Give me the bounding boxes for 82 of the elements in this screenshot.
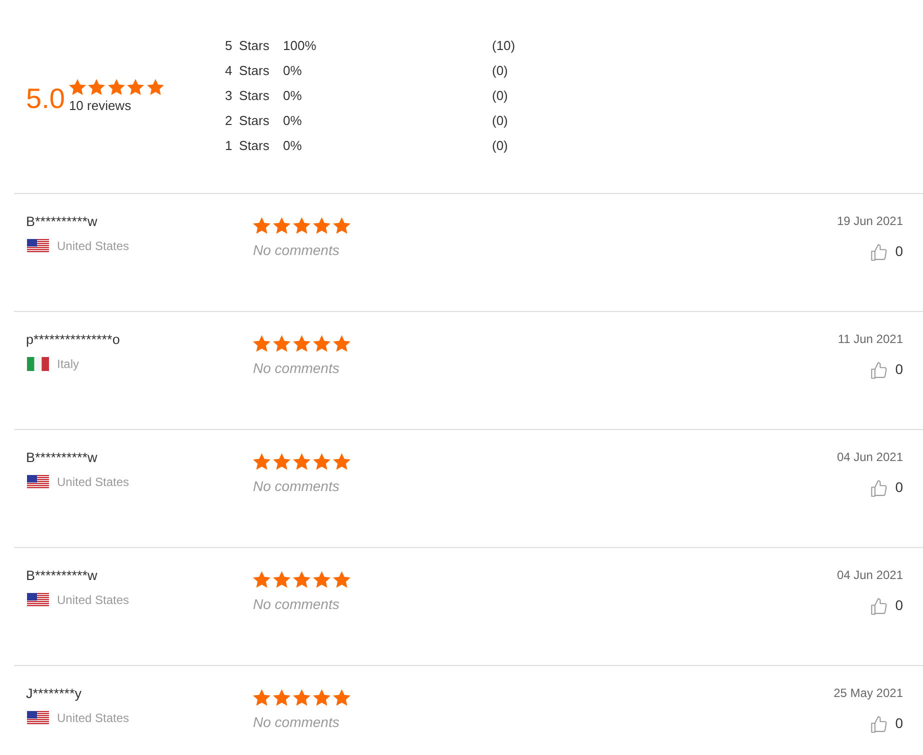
star-icon bbox=[253, 571, 270, 588]
review-count: 10 reviews bbox=[68, 98, 132, 112]
count-text: (0) bbox=[492, 138, 508, 153]
comment-text: No comments bbox=[253, 478, 340, 494]
reviewer-name: B**********w bbox=[26, 214, 98, 230]
star-icon bbox=[293, 335, 310, 352]
thumbs-up-icon bbox=[871, 480, 888, 497]
country-name: United States bbox=[57, 593, 130, 607]
stars-label: Stars bbox=[239, 113, 270, 128]
like-button[interactable]: 0 bbox=[871, 358, 903, 379]
star-rating-number: 4 bbox=[225, 63, 232, 78]
star-rating-number: 2 bbox=[225, 113, 232, 128]
star-icon bbox=[313, 217, 330, 234]
star-icon bbox=[253, 689, 270, 706]
count-text: (0) bbox=[492, 113, 508, 128]
star-icon bbox=[273, 571, 290, 588]
percent-text: 0% bbox=[283, 138, 302, 153]
reviewer-name: B**********w bbox=[26, 568, 98, 584]
star-icon bbox=[313, 335, 330, 352]
star-icon bbox=[273, 217, 290, 234]
stars-label: Stars bbox=[239, 88, 270, 103]
star-rating-number: 5 bbox=[225, 38, 232, 53]
percent-text: 100% bbox=[283, 38, 316, 53]
percent-text: 0% bbox=[283, 113, 302, 128]
star-icon bbox=[108, 78, 125, 94]
star-icon bbox=[146, 78, 164, 94]
star-rating-number: 1 bbox=[225, 138, 232, 153]
thumbs-up-icon bbox=[871, 598, 888, 615]
star-rating-number: 3 bbox=[225, 88, 232, 103]
stars-label: Stars bbox=[239, 63, 270, 78]
average-score: 5.0 bbox=[26, 82, 65, 114]
star-icon bbox=[293, 571, 310, 588]
country-name: United States bbox=[57, 711, 130, 725]
star-icon bbox=[293, 453, 310, 470]
thumbs-up-icon bbox=[871, 244, 888, 261]
star-icon bbox=[333, 571, 350, 588]
country-name: United States bbox=[57, 239, 130, 253]
like-button[interactable]: 0 bbox=[871, 240, 903, 261]
star-icon bbox=[313, 453, 330, 470]
country-name: United States bbox=[57, 475, 130, 489]
review-date: 04 Jun 2021 bbox=[836, 450, 903, 464]
star-icon bbox=[293, 689, 310, 706]
star-icon bbox=[313, 571, 330, 588]
review-date: 04 Jun 2021 bbox=[836, 568, 903, 582]
count-text: (0) bbox=[492, 88, 508, 103]
star-icon bbox=[68, 78, 86, 94]
count-text: (10) bbox=[492, 38, 516, 53]
comment-text: No comments bbox=[253, 360, 340, 376]
star-icon bbox=[253, 453, 270, 470]
star-icon bbox=[127, 78, 144, 94]
review-date: 19 Jun 2021 bbox=[836, 214, 903, 228]
star-icon bbox=[333, 217, 350, 234]
percent-text: 0% bbox=[283, 63, 302, 78]
comment-text: No comments bbox=[253, 242, 340, 258]
like-button[interactable]: 0 bbox=[871, 476, 903, 497]
stars-label: Stars bbox=[239, 138, 270, 153]
reviewer-name: J********y bbox=[26, 686, 82, 702]
count-text: (0) bbox=[492, 63, 508, 78]
star-icon bbox=[273, 689, 290, 706]
star-icon bbox=[88, 78, 106, 94]
country-name: Italy bbox=[57, 357, 80, 371]
percent-text: 0% bbox=[283, 88, 302, 103]
like-button[interactable]: 0 bbox=[871, 594, 903, 615]
review-date: 11 Jun 2021 bbox=[838, 332, 903, 346]
thumbs-up-icon bbox=[871, 716, 888, 733]
star-icon bbox=[333, 453, 350, 470]
reviewer-name: p***************o bbox=[26, 332, 120, 348]
star-icon bbox=[273, 335, 290, 352]
comment-text: No comments bbox=[253, 714, 340, 730]
star-icon bbox=[253, 217, 270, 234]
star-icon bbox=[333, 689, 350, 706]
star-icon bbox=[293, 217, 310, 234]
like-button[interactable]: 0 bbox=[871, 712, 903, 733]
star-icon bbox=[273, 453, 290, 470]
stars-label: Stars bbox=[239, 38, 270, 53]
comment-text: No comments bbox=[253, 596, 340, 612]
reviewer-name: B**********w bbox=[26, 450, 98, 466]
star-icon bbox=[253, 335, 270, 352]
star-icon bbox=[333, 335, 350, 352]
review-date: 25 May 2021 bbox=[834, 686, 903, 700]
thumbs-up-icon bbox=[871, 362, 888, 379]
star-icon bbox=[313, 689, 330, 706]
